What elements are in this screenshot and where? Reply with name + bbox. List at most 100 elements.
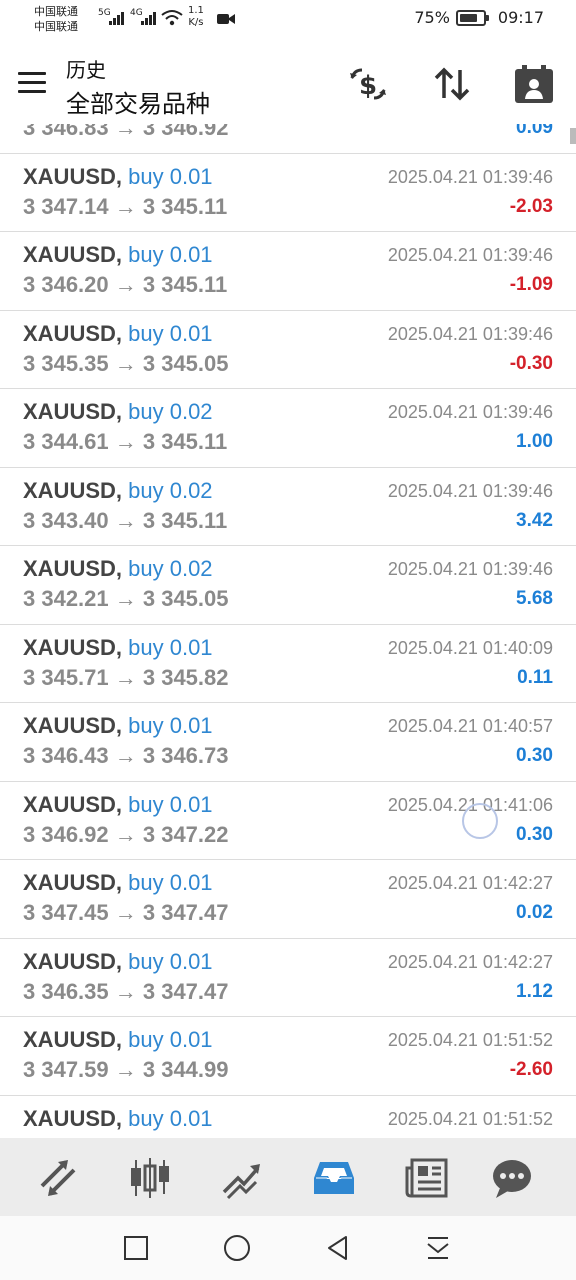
- signal-bars-icon: [109, 12, 124, 25]
- trade-profit: 0.09: [516, 124, 553, 138]
- trade-time: 2025.04.21 01:39:46: [387, 402, 553, 422]
- sort-icon[interactable]: [432, 64, 472, 104]
- trade-side-volume: buy 0.01: [128, 713, 213, 738]
- trade-side-volume: buy 0.01: [128, 1027, 213, 1052]
- trade-profit: -0.30: [509, 352, 553, 374]
- trade-prices: 3 345.71 → 3 345.82: [23, 664, 229, 690]
- trade-row[interactable]: XAUUSD, buy 0.01 2025.04.21 01:51:52 3 347…: [0, 1017, 576, 1096]
- trade-header: XAUUSD, buy 0.01: [23, 949, 213, 975]
- recents-icon[interactable]: [118, 1230, 154, 1266]
- trade-symbol: XAUUSD,: [23, 870, 123, 895]
- trade-row[interactable]: XAUUSD, buy 0.01 2025.04.21 01:39:46 3 345…: [0, 311, 576, 389]
- trade-header: XAUUSD, buy 0.01: [23, 635, 213, 661]
- trade-symbol: XAUUSD,: [23, 556, 123, 581]
- messages-icon[interactable]: [482, 1148, 542, 1208]
- trade-row[interactable]: 3 346.83 → 3 346.92 0.09: [0, 124, 576, 154]
- trade-prices: 3 346.83 → 3 346.92: [23, 124, 229, 140]
- trade-symbol: XAUUSD,: [23, 634, 123, 660]
- trade-row[interactable]: XAUUSD, buy 0.02 2025.04.21 01:39:46 3 344…: [0, 389, 576, 468]
- trade-side-volume: buy 0.01: [128, 948, 213, 974]
- trade-symbol: XAUUSD,: [23, 948, 123, 974]
- app-bar: 历史 全部交易品种 $: [0, 40, 576, 124]
- trade-row[interactable]: XAUUSD, buy 0.01 2025.04.21 01:39:46 3 347…: [0, 154, 576, 232]
- network-speed-unit: K/s: [188, 17, 204, 28]
- trade-time: 2025.04.21 01:39:46: [387, 166, 553, 187]
- trade-side-volume: buy 0.02: [128, 477, 213, 503]
- trade-row[interactable]: XAUUSD, buy 0.01 2025.04.21 01:39:46 3 346…: [0, 232, 576, 311]
- trade-time: 2025.04.21 01:51:52: [387, 1108, 553, 1129]
- touch-indicator: [462, 803, 498, 839]
- trade-row[interactable]: XAUUSD, buy 0.01 2025.04.21 01:40:57 3 346…: [0, 703, 576, 782]
- trade-prices: 3 342.21 → 3 345.05: [23, 586, 229, 611]
- trade-prices: 3 346.35 → 3 347.47: [23, 978, 229, 1004]
- carrier-names: 中国联通 中国联通: [34, 4, 78, 34]
- trade-time: 2025.04.21 01:40:09: [387, 637, 553, 658]
- trade-symbol: XAUUSD,: [23, 1027, 123, 1052]
- trade-header: XAUUSD, buy 0.01: [23, 870, 213, 896]
- scroll-indicator[interactable]: [570, 128, 576, 144]
- dollar-swap-icon[interactable]: $: [348, 64, 388, 104]
- carrier-2: 中国联通: [34, 20, 78, 33]
- battery-percent: 75%: [414, 8, 450, 27]
- trade-time: 2025.04.21 01:42:27: [387, 951, 553, 972]
- trade-symbol: XAUUSD,: [23, 399, 123, 424]
- trade-header: XAUUSD, buy 0.01: [23, 713, 213, 739]
- trade-prices: 3 344.61 → 3 345.11: [23, 429, 228, 454]
- trade-header: XAUUSD, buy 0.02: [23, 556, 213, 582]
- trade-time: 2025.04.21 01:40:57: [387, 716, 553, 736]
- trade-side-volume: buy 0.01: [128, 163, 213, 189]
- trade-header: XAUUSD, buy 0.01: [23, 321, 213, 347]
- trade-row[interactable]: XAUUSD, buy 0.01 2025.04.21 01:40:09 3 345…: [0, 625, 576, 703]
- status-right: 75% 09:17: [414, 8, 544, 27]
- trade-row[interactable]: XAUUSD, buy 0.02 2025.04.21 01:39:46 3 342…: [0, 546, 576, 625]
- network-speed: 1.1 K/s: [188, 5, 204, 29]
- menu-icon[interactable]: [18, 72, 46, 94]
- symbol-filter[interactable]: 全部交易品种: [66, 84, 210, 119]
- calendar-report-icon[interactable]: [514, 64, 554, 104]
- trade-time: 2025.04.21 01:39:46: [387, 245, 553, 265]
- trade-icon[interactable]: [212, 1148, 272, 1208]
- trade-header: XAUUSD, buy 0.01: [23, 242, 213, 268]
- trade-prices: 3 346.43 → 3 346.73: [23, 743, 229, 768]
- trade-row[interactable]: XAUUSD, buy 0.01 2025.04.21 01:42:27 3 346…: [0, 939, 576, 1017]
- trade-time: 2025.04.21 01:51:52: [387, 1030, 553, 1050]
- trade-profit: 5.68: [516, 588, 553, 609]
- home-icon[interactable]: [219, 1230, 255, 1266]
- trade-prices: 3 343.40 → 3 345.11: [23, 507, 228, 533]
- trade-history-list[interactable]: 3 346.83 → 3 346.92 0.09 XAUUSD, buy 0.01 2…: [0, 124, 576, 1138]
- trade-symbol: XAUUSD,: [23, 320, 123, 346]
- trade-prices: 3 346.20 → 3 345.11: [23, 272, 228, 297]
- trade-header: XAUUSD, buy 0.02: [23, 399, 213, 425]
- trade-profit: 0.30: [516, 823, 553, 845]
- chart-icon[interactable]: [120, 1148, 180, 1208]
- trade-header: XAUUSD, buy 0.01: [23, 792, 213, 818]
- trade-symbol: XAUUSD,: [23, 163, 123, 189]
- trade-time: 2025.04.21 01:39:46: [387, 559, 553, 579]
- bottom-nav: [0, 1138, 576, 1216]
- trade-header: XAUUSD, buy 0.01: [23, 1106, 213, 1132]
- trade-side-volume: buy 0.02: [128, 556, 213, 581]
- news-icon[interactable]: [396, 1148, 456, 1208]
- trade-profit: 0.02: [516, 902, 553, 923]
- trade-row[interactable]: XAUUSD, buy 0.02 2025.04.21 01:39:46 3 343…: [0, 468, 576, 546]
- trade-row[interactable]: XAUUSD, buy 0.01 2025.04.21 01:42:27 3 347…: [0, 860, 576, 939]
- trade-side-volume: buy 0.01: [128, 634, 213, 660]
- trade-row[interactable]: XAUUSD, buy 0.01 2025.04.21 01:51:52: [0, 1096, 576, 1139]
- signal-bars-icon-2: [141, 12, 156, 25]
- page-title: 历史: [66, 58, 106, 82]
- trade-header: XAUUSD, buy 0.01: [23, 1027, 213, 1053]
- history-icon[interactable]: [304, 1148, 364, 1208]
- trade-header: XAUUSD, buy 0.02: [23, 478, 213, 504]
- trade-profit: -2.03: [509, 195, 553, 217]
- trade-side-volume: buy 0.01: [128, 320, 213, 346]
- notification-pull-icon[interactable]: [420, 1230, 456, 1266]
- trade-prices: 3 347.59 → 3 344.99: [23, 1057, 229, 1082]
- trade-symbol: XAUUSD,: [23, 1105, 123, 1131]
- quotes-icon[interactable]: [28, 1148, 88, 1208]
- trade-time: 2025.04.21 01:42:27: [387, 873, 553, 893]
- battery-icon: [455, 9, 489, 26]
- system-nav-bar: [0, 1216, 576, 1280]
- trade-symbol: XAUUSD,: [23, 713, 123, 738]
- trade-symbol: XAUUSD,: [23, 242, 123, 267]
- back-icon[interactable]: [320, 1230, 356, 1266]
